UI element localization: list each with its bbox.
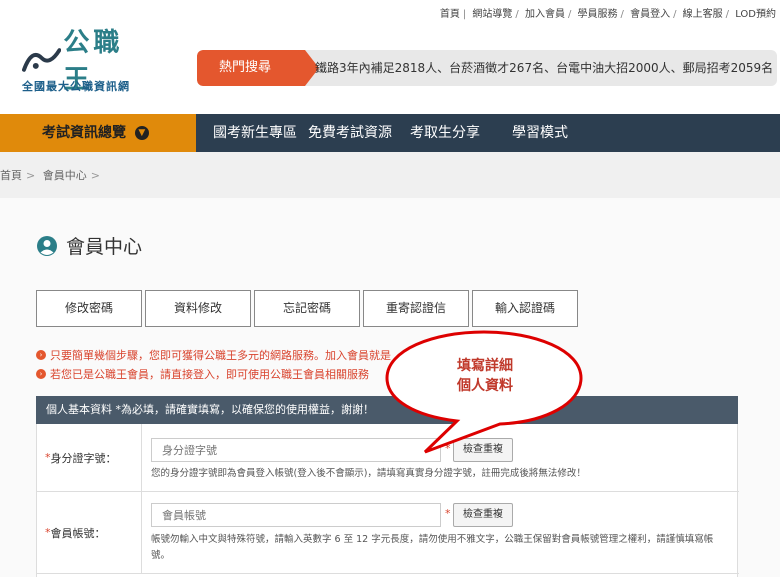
nav-item-success-stories[interactable]: 考取生分享 <box>410 114 480 152</box>
site-logo[interactable]: 公職王 全國最大公職資訊網 <box>22 28 152 95</box>
nav-exam-overview-label: 考試資訊總覽 <box>42 125 126 141</box>
form-row-account: *會員帳號： * 檢查重複 帳號勿輸入中文與特殊符號，請輸入英數字 6 至 12… <box>37 492 739 574</box>
account-input[interactable] <box>151 503 441 527</box>
member-tabs: 修改密碼 資料修改 忘記密碼 重寄認證信 輸入認證碼 <box>36 290 581 327</box>
account-field-hint: 帳號勿輸入中文與特殊符號，請輸入英數字 6 至 12 字元長度，請勿使用不雅文字… <box>151 534 714 561</box>
top-link-lod[interactable]: LOD預約 <box>735 9 776 20</box>
account-field-label: * 會員帳號： <box>37 492 142 573</box>
top-links: 首頁 | 網站導覽 / 加入會員 / 學員服務 / 會員登入 / 線上客服 / LOD預約 <box>439 9 776 20</box>
notice-item: › 只要簡單幾個步驟，您即可獲得公職王多元的網路服務。加入會員就是 <box>36 345 391 364</box>
top-link-join[interactable]: 加入會員 <box>525 9 565 20</box>
id-field-hint: 您的身分證字號即為會員登入帳號(登入後不會顯示)，請填寫真實身分證字號，註冊完成… <box>151 468 586 479</box>
arrow-right-icon: › <box>36 368 46 379</box>
hot-search-bar: 熱門搜尋 鐵路3年內補足2818人、台菸酒徵才267名、台電中油大招2000人、… <box>197 50 777 86</box>
breadcrumb-home[interactable]: 首頁 <box>0 169 22 182</box>
tab-edit-profile[interactable]: 資料修改 <box>145 290 251 327</box>
hot-search-text[interactable]: 鐵路3年內補足2818人、台菸酒徵才267名、台電中油大招2000人、郵局招考2… <box>315 50 773 86</box>
top-link-home[interactable]: 首頁 <box>440 9 460 20</box>
main-nav: 考試資訊總覽 ▼ 國考新生專區 免費考試資源 考取生分享 學習模式 <box>0 114 780 152</box>
page-title: 會員中心 <box>36 232 142 259</box>
tab-resend-verification[interactable]: 重寄認證信 <box>363 290 469 327</box>
notice-item: › 若您已是公職王會員，請直接登入，即可使用公職王會員相關服務 <box>36 364 391 383</box>
top-link-login[interactable]: 會員登入 <box>630 9 670 20</box>
id-field-label: * 身分證字號： <box>37 424 142 491</box>
nav-item-free-resources[interactable]: 免費考試資源 <box>308 114 392 152</box>
nav-item-new-student[interactable]: 國考新生專區 <box>213 114 297 152</box>
callout-text: 填寫詳細 個人資料 <box>457 358 513 394</box>
tab-forgot-password[interactable]: 忘記密碼 <box>254 290 360 327</box>
top-link-support[interactable]: 線上客服 <box>683 9 723 20</box>
breadcrumb-member-center[interactable]: 會員中心 <box>43 169 87 182</box>
nav-item-learning-mode[interactable]: 學習模式 <box>512 114 568 152</box>
speech-bubble-icon <box>385 330 583 454</box>
nav-exam-overview[interactable]: 考試資訊總覽 ▼ <box>0 114 196 152</box>
top-link-sitemap[interactable]: 網站導覽 <box>472 9 512 20</box>
check-account-duplicate-button[interactable]: 檢查重複 <box>453 503 513 527</box>
logo-swoosh-icon <box>22 48 62 72</box>
chevron-down-icon: ▼ <box>134 126 149 140</box>
page-title-text: 會員中心 <box>66 236 143 258</box>
tab-change-password[interactable]: 修改密碼 <box>36 290 142 327</box>
hot-search-label: 熱門搜尋 <box>197 50 319 86</box>
required-marker: * <box>445 507 451 520</box>
top-link-student-service[interactable]: 學員服務 <box>578 9 618 20</box>
user-circle-icon <box>37 235 57 256</box>
callout-annotation: 填寫詳細 個人資料 <box>385 328 583 454</box>
tab-enter-code[interactable]: 輸入認證碼 <box>472 290 578 327</box>
breadcrumb: 首頁 > 會員中心 > <box>0 169 100 182</box>
notice-list: › 只要簡單幾個步驟，您即可獲得公職王多元的網路服務。加入會員就是 › 若您已是公職… <box>36 345 391 383</box>
arrow-right-icon: › <box>36 349 46 360</box>
